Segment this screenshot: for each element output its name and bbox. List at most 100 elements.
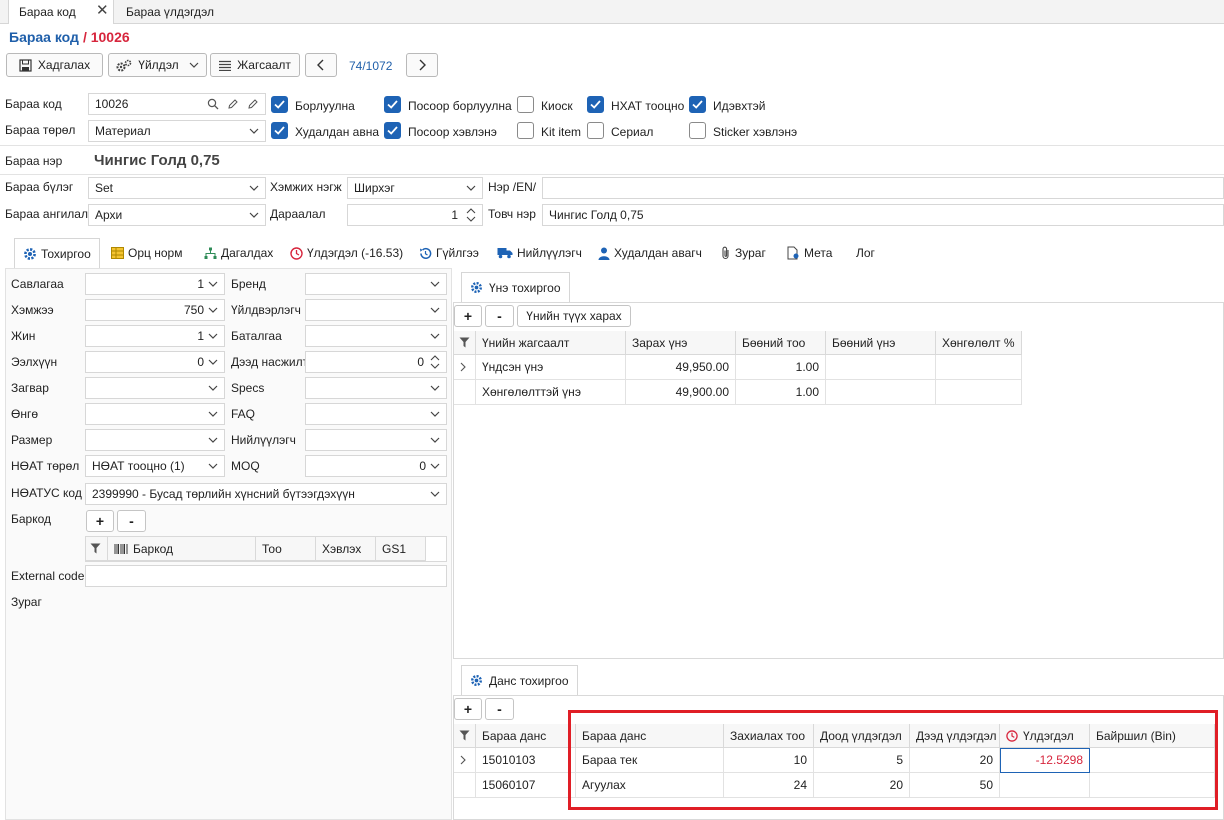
price-history-button[interactable]: Үнийн түүх харах bbox=[517, 305, 631, 327]
left-setting-field[interactable]: 1 bbox=[85, 273, 225, 295]
right-setting-field[interactable]: 0 bbox=[305, 455, 447, 477]
next-button[interactable] bbox=[406, 53, 438, 77]
filter-header[interactable] bbox=[454, 724, 476, 748]
tab-stock[interactable]: Үлдэгдэл (-16.53) bbox=[290, 238, 403, 268]
name-field[interactable]: Чингис Голд 0,75 bbox=[88, 147, 1224, 173]
list-button[interactable]: Жагсаалт bbox=[210, 53, 300, 77]
search-icon[interactable] bbox=[207, 98, 219, 110]
gs1-col-header[interactable]: GS1 bbox=[376, 537, 426, 561]
pos-sell-checkbox[interactable] bbox=[384, 96, 401, 113]
grid-cell[interactable]: Хөнгөлөлттэй үнэ bbox=[476, 380, 626, 405]
remove-account-button[interactable]: - bbox=[485, 698, 514, 720]
grid-col-header[interactable]: Бараа данс bbox=[476, 724, 576, 748]
pos-print-label: Посоор хэвлэнэ bbox=[408, 125, 497, 139]
left-setting-field[interactable] bbox=[85, 377, 225, 399]
right-setting-field[interactable] bbox=[305, 273, 447, 295]
kit-item-checkbox[interactable] bbox=[517, 122, 534, 139]
document-tabbar: Бараа код ✕ Бараа үлдэгдэл bbox=[0, 0, 1224, 24]
right-setting-field[interactable] bbox=[305, 325, 447, 347]
external-code-field[interactable] bbox=[85, 565, 447, 587]
filter-header[interactable] bbox=[454, 331, 476, 355]
tax-code-select[interactable]: 2399990 - Бусад төрлийн хүнсний бүтээгдэ… bbox=[85, 483, 447, 505]
group-select[interactable]: Set bbox=[88, 177, 266, 199]
grid-cell[interactable]: Үндсэн үнэ bbox=[476, 355, 626, 380]
grid-col-header[interactable]: Бөөний үнэ bbox=[826, 331, 936, 355]
row-expander[interactable] bbox=[454, 355, 476, 380]
pencil-icon[interactable] bbox=[227, 98, 239, 110]
kiosk-checkbox[interactable] bbox=[517, 96, 534, 113]
class-select[interactable]: Архи bbox=[88, 204, 266, 226]
save-label: Хадгалах bbox=[37, 58, 91, 72]
save-button[interactable]: Хадгалах bbox=[6, 53, 103, 77]
tab-customers[interactable]: Худалдан авагч bbox=[598, 238, 702, 268]
purchase-checkbox[interactable] bbox=[271, 122, 288, 139]
row-expander[interactable] bbox=[454, 773, 476, 798]
tab-images[interactable]: Зураг bbox=[721, 238, 766, 268]
spinner-arrows-icon[interactable] bbox=[466, 207, 476, 223]
grid-cell[interactable] bbox=[936, 355, 1022, 380]
filter-header[interactable] bbox=[86, 537, 108, 561]
add-barcode-button[interactable]: + bbox=[86, 510, 114, 532]
left-setting-field[interactable]: 0 bbox=[85, 351, 225, 373]
grid-col-header[interactable]: Зарах үнэ bbox=[626, 331, 736, 355]
action-button[interactable]: Үйлдэл bbox=[108, 53, 207, 77]
left-setting-field[interactable]: НӨАТ тооцно (1) bbox=[85, 455, 225, 477]
doc-tab-item-stock[interactable]: Бараа үлдэгдэл bbox=[116, 0, 224, 24]
grid-col-header[interactable]: Үнийн жагсаалт bbox=[476, 331, 626, 355]
serial-checkbox[interactable] bbox=[587, 122, 604, 139]
left-setting-field[interactable] bbox=[85, 429, 225, 451]
grid-cell[interactable]: 49,950.00 bbox=[626, 355, 736, 380]
tab-account-settings[interactable]: Данс тохиргоо bbox=[461, 665, 578, 695]
tab-meta[interactable]: Мета bbox=[787, 238, 832, 268]
right-setting-field[interactable] bbox=[305, 429, 447, 451]
prev-button[interactable] bbox=[305, 53, 337, 77]
grid-cell[interactable]: 15060107 bbox=[476, 773, 576, 798]
grid-cell[interactable] bbox=[826, 355, 936, 380]
remove-price-button[interactable]: - bbox=[485, 305, 514, 327]
barcode-col-header[interactable]: Баркод bbox=[108, 537, 256, 561]
spinner-arrows-icon[interactable] bbox=[430, 354, 440, 370]
type-select[interactable]: Материал bbox=[88, 120, 266, 142]
left-setting-field[interactable]: 1 bbox=[85, 325, 225, 347]
grid-cell[interactable]: 49,900.00 bbox=[626, 380, 736, 405]
name-en-field[interactable] bbox=[542, 177, 1224, 199]
short-name-field[interactable]: Чингис Голд 0,75 bbox=[542, 204, 1224, 226]
tab-accessories[interactable]: Дагалдах bbox=[204, 238, 273, 268]
unit-select[interactable]: Ширхэг bbox=[347, 177, 483, 199]
grid-col-header[interactable]: Бөөний тоо bbox=[736, 331, 826, 355]
tab-suppliers[interactable]: Нийлүүлэгч bbox=[497, 238, 582, 268]
row-expander[interactable] bbox=[454, 380, 476, 405]
add-price-button[interactable]: + bbox=[454, 305, 482, 327]
left-setting-field[interactable] bbox=[85, 403, 225, 425]
left-setting-field[interactable]: 750 bbox=[85, 299, 225, 321]
grid-cell[interactable]: 1.00 bbox=[736, 380, 826, 405]
grid-cell[interactable]: 1.00 bbox=[736, 355, 826, 380]
close-icon[interactable]: ✕ bbox=[96, 3, 109, 19]
tab-price-settings[interactable]: Үнэ тохиргоо bbox=[461, 272, 570, 302]
right-setting-field[interactable]: 0 bbox=[305, 351, 447, 373]
tab-transactions[interactable]: Гүйлгээ bbox=[419, 238, 479, 268]
right-setting-field[interactable] bbox=[305, 299, 447, 321]
grid-cell[interactable] bbox=[826, 380, 936, 405]
remove-barcode-button[interactable]: - bbox=[117, 510, 146, 532]
active-checkbox[interactable] bbox=[689, 96, 706, 113]
grid-cell[interactable]: 15010103 bbox=[476, 748, 576, 773]
qty-col-header[interactable]: Тоо bbox=[256, 537, 316, 561]
grid-cell[interactable] bbox=[936, 380, 1022, 405]
sticker-checkbox[interactable] bbox=[689, 122, 706, 139]
tab-bom[interactable]: Орц норм bbox=[111, 238, 182, 268]
tab-log[interactable]: Лог bbox=[856, 238, 875, 268]
code-field[interactable]: 10026 bbox=[88, 93, 266, 115]
tab-settings[interactable]: Тохиргоо bbox=[14, 238, 100, 268]
edit-icon[interactable] bbox=[247, 98, 259, 110]
grid-col-header[interactable]: Хөнгөлөлт % bbox=[936, 331, 1022, 355]
pos-print-checkbox[interactable] bbox=[384, 122, 401, 139]
add-account-button[interactable]: + bbox=[454, 698, 482, 720]
nhat-checkbox[interactable] bbox=[587, 96, 604, 113]
row-expander[interactable] bbox=[454, 748, 476, 773]
right-setting-field[interactable] bbox=[305, 403, 447, 425]
right-setting-field[interactable] bbox=[305, 377, 447, 399]
sell-checkbox[interactable] bbox=[271, 96, 288, 113]
order-spinner[interactable]: 1 bbox=[347, 204, 483, 226]
print-col-header[interactable]: Хэвлэх bbox=[316, 537, 376, 561]
